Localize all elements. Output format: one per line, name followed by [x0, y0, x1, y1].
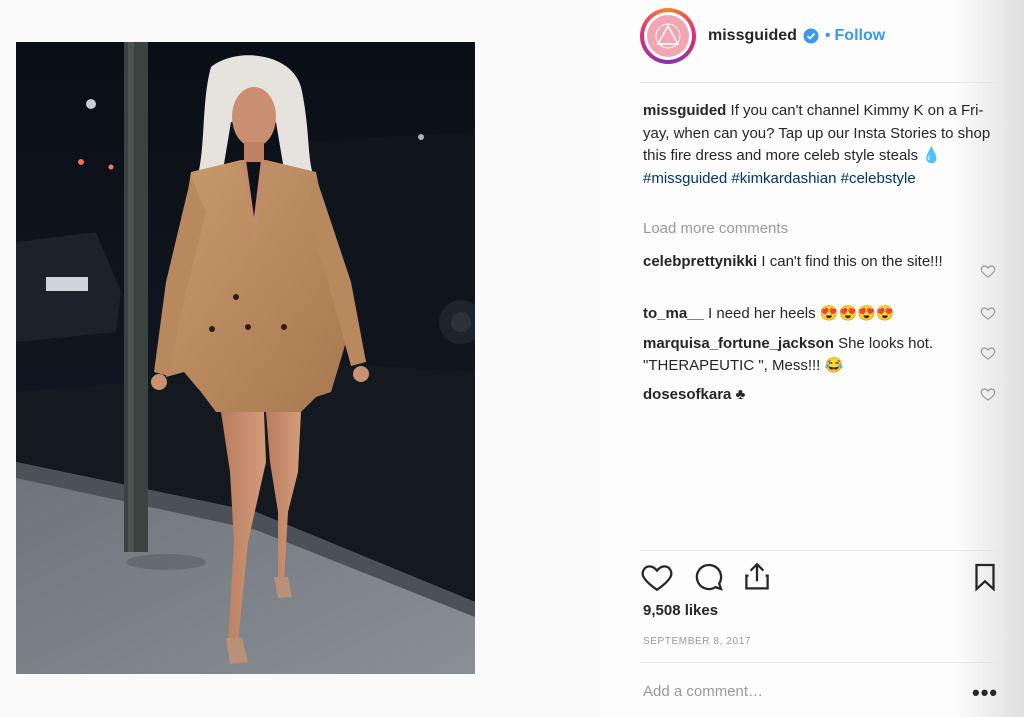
post-header: missguided • Follow: [640, 6, 885, 66]
more-options-button[interactable]: •••: [972, 680, 998, 706]
hashtag-kimkardashian[interactable]: #kimkardashian: [731, 170, 836, 187]
comment-item: dosesofkara ♣: [643, 384, 973, 406]
heart-icon[interactable]: [640, 560, 674, 594]
caption-emoji: 💧: [922, 147, 941, 164]
verified-badge-icon: [803, 28, 819, 44]
comment-item: celebprettynikki I can't find this on th…: [643, 251, 973, 273]
comment-input-divider: [640, 662, 996, 663]
comment-like-heart-icon[interactable]: [980, 386, 996, 402]
post-caption: missguided If you can't channel Kimmy K …: [643, 100, 1003, 190]
bookmark-icon[interactable]: [968, 560, 1002, 594]
actions-divider: [640, 550, 996, 551]
comment-icon[interactable]: [692, 560, 726, 594]
post-action-bar: [640, 560, 1000, 596]
comment-username-link[interactable]: dosesofkara: [643, 386, 731, 403]
comment-text: ♣: [731, 386, 746, 403]
post-photo-image: [16, 42, 475, 674]
comment-username-link[interactable]: to_ma__: [643, 305, 704, 322]
follow-button[interactable]: Follow: [835, 27, 886, 45]
avatar-frame: [644, 12, 692, 60]
comment-text: I can't find this on the site!!!: [757, 253, 943, 270]
comment-like-heart-icon[interactable]: [980, 263, 996, 279]
instagram-post-screenshot: missguided • Follow missguided If you ca…: [0, 0, 1024, 717]
comment-username-link[interactable]: celebprettynikki: [643, 253, 757, 270]
likes-count[interactable]: 9,508 likes: [643, 602, 718, 619]
post-username-link[interactable]: missguided: [708, 27, 797, 45]
comment-like-heart-icon[interactable]: [980, 345, 996, 361]
load-more-comments-button[interactable]: Load more comments: [643, 220, 788, 237]
hashtag-celebstyle[interactable]: #celebstyle: [841, 170, 916, 187]
comment-item: to_ma__ I need her heels 😍😍😍😍: [643, 303, 973, 325]
header-divider: [640, 82, 996, 83]
comment-item: marquisa_fortune_jackson She looks hot. …: [643, 333, 973, 377]
add-comment-input[interactable]: Add a comment…: [643, 683, 943, 700]
post-date: SEPTEMBER 8, 2017: [643, 636, 752, 647]
comment-username-link[interactable]: marquisa_fortune_jackson: [643, 335, 834, 352]
avatar[interactable]: [640, 8, 696, 64]
comment-like-heart-icon[interactable]: [980, 305, 996, 321]
separator-dot: •: [824, 27, 831, 44]
missguided-logo-icon: [647, 15, 689, 57]
hashtag-missguided[interactable]: #missguided: [643, 170, 727, 187]
caption-username-link[interactable]: missguided: [643, 102, 726, 119]
comment-text: I need her heels 😍😍😍😍: [703, 305, 895, 322]
share-icon[interactable]: [740, 560, 774, 594]
post-photo[interactable]: [16, 42, 475, 674]
